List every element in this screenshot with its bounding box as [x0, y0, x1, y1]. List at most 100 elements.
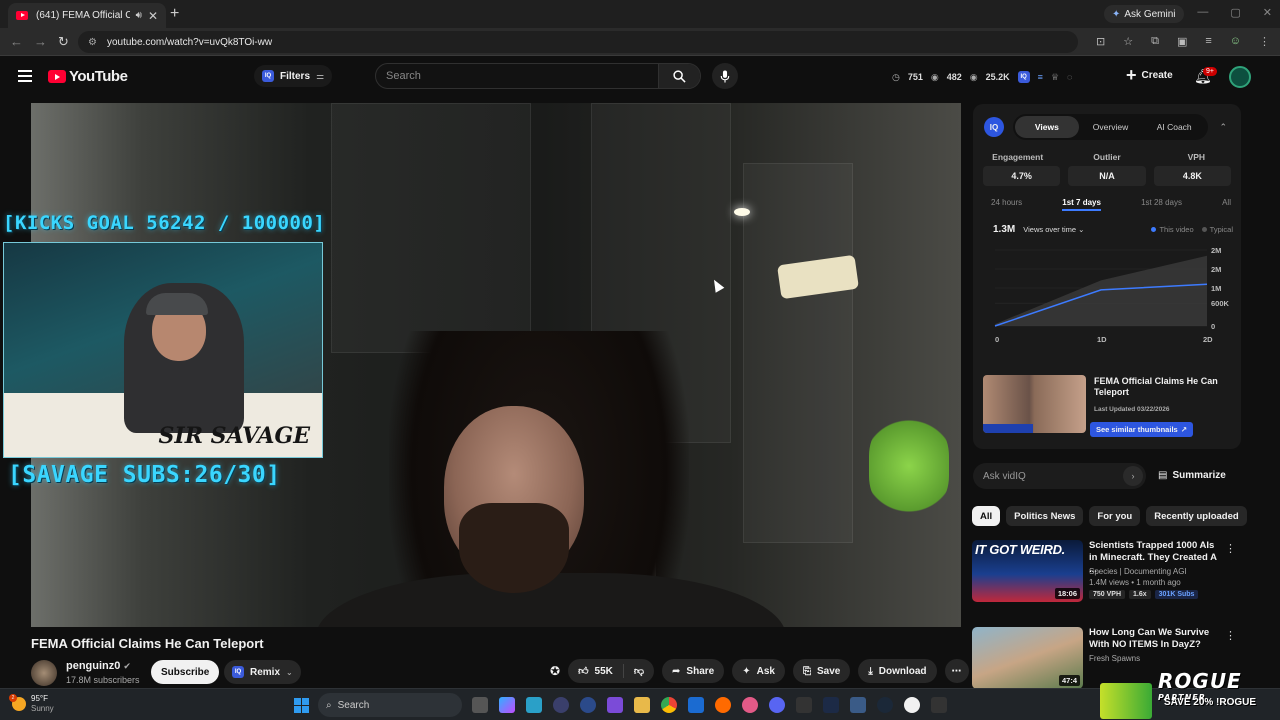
video-duration: 18:06 [1054, 588, 1080, 599]
file-explorer-icon[interactable] [634, 697, 650, 713]
app-icon[interactable] [553, 697, 569, 713]
chrome-icon[interactable] [661, 697, 677, 713]
search-button[interactable] [658, 64, 700, 88]
weather-widget[interactable]: 2 95°F Sunny [9, 694, 54, 714]
media-icon[interactable]: ≡ [1205, 35, 1211, 48]
more-options-icon[interactable]: ⋮ [1225, 542, 1236, 555]
summarize-button[interactable]: ▤ Summarize [1158, 470, 1226, 481]
search-box [375, 63, 701, 89]
url-field[interactable]: ⚙ youtube.com/watch?v=uvQk8TOi-ww [78, 31, 1078, 53]
chat-icon[interactable]: ◌ [1067, 72, 1072, 82]
close-tab-icon[interactable]: ✕ [148, 9, 158, 23]
recommended-video[interactable]: IT GOT WEIRD. 18:06 Scientists Trapped 1… [972, 540, 1242, 606]
ask-gemini-button[interactable]: ✦ Ask Gemini [1104, 5, 1184, 23]
create-button[interactable]: + Create [1126, 66, 1173, 84]
taskbar-search[interactable]: ⌕ Search [318, 693, 462, 717]
browser-tab[interactable]: (641) FEMA Official Claims 🔊︎ ✕ [8, 3, 166, 28]
forward-icon[interactable]: → [34, 34, 47, 49]
chip-for-you[interactable]: For you [1089, 506, 1141, 526]
recommended-thumbnail[interactable]: IT GOT WEIRD. 18:06 [972, 540, 1083, 602]
range-1st-28-days[interactable]: 1st 28 days [1141, 198, 1182, 211]
vidiq-logo: IQ [984, 117, 1004, 137]
start-icon[interactable] [294, 698, 309, 713]
sidepanel-icon[interactable]: ▣ [1177, 35, 1187, 48]
reload-icon[interactable]: ↻ [58, 34, 69, 50]
task-view-icon[interactable] [472, 697, 488, 713]
dislike-button[interactable]: 👎︎ [624, 665, 654, 677]
video-thumbnail[interactable] [983, 375, 1086, 433]
chip-politics-news[interactable]: Politics News [1006, 506, 1084, 526]
recommended-thumbnail[interactable]: 47:4 [972, 627, 1083, 689]
chip-recently-uploaded[interactable]: Recently uploaded [1146, 506, 1247, 526]
back-icon[interactable]: ← [10, 34, 23, 49]
app-icon[interactable] [850, 697, 866, 713]
bookmark-star-icon[interactable]: ☆ [1123, 35, 1133, 48]
site-info-icon[interactable]: ⚙ [88, 37, 97, 48]
store-icon[interactable] [688, 697, 704, 713]
shelf-light [734, 208, 750, 216]
channel-avatar[interactable] [31, 660, 57, 686]
views-select[interactable]: Views over time ⌄ [1023, 225, 1084, 234]
install-icon[interactable]: ⊡ [1096, 35, 1105, 48]
list-icon[interactable]: ≡ [1038, 72, 1043, 82]
soundcloud-icon[interactable] [715, 697, 731, 713]
app-icon[interactable] [904, 697, 920, 713]
range-1st-7-days[interactable]: 1st 7 days [1062, 198, 1101, 211]
tab-views[interactable]: Views [1015, 116, 1079, 138]
trophy-icon[interactable]: ♕ [1051, 72, 1059, 83]
range-all[interactable]: All [1222, 198, 1231, 211]
subscriber-count: 17.8M subscribers [66, 675, 140, 685]
gemini-icon: ✦ [1112, 8, 1121, 20]
range-24-hours[interactable]: 24 hours [991, 198, 1022, 211]
like-button[interactable]: 👍︎ 55K [568, 664, 624, 678]
share-button[interactable]: ➦ Share [662, 659, 725, 683]
tab-ai-coach[interactable]: AI Coach [1142, 122, 1206, 132]
collapse-icon[interactable]: ⌃ [1219, 122, 1227, 133]
vidiq-icon[interactable]: IQ [1017, 71, 1030, 83]
ask-vidiq-input[interactable] [983, 470, 1123, 482]
ask-button[interactable]: ✦ Ask [732, 659, 785, 683]
subscribe-button[interactable]: Subscribe [151, 660, 220, 684]
save-button[interactable]: ⎘ Save [792, 659, 851, 683]
channel-name[interactable]: penguinz0 ✔ [66, 660, 131, 672]
extensions-icon[interactable]: ⧉ [1151, 35, 1159, 48]
menu-icon[interactable]: ⋮ [1259, 35, 1270, 48]
send-icon[interactable]: › [1123, 466, 1143, 486]
copilot-icon[interactable] [499, 697, 515, 713]
profile-icon[interactable]: ☺ [1230, 35, 1241, 48]
see-similar-thumbnails-button[interactable]: See similar thumbnails ↗ [1090, 422, 1193, 437]
x-tick-label: 2D [1203, 335, 1213, 344]
account-avatar[interactable] [1229, 66, 1251, 88]
monitor-icon[interactable] [526, 697, 542, 713]
app-icon[interactable] [580, 697, 596, 713]
speaker-icon[interactable]: 🔊︎ [136, 10, 142, 21]
close-window-icon[interactable]: ✕ [1263, 6, 1272, 19]
new-tab-icon[interactable]: + [170, 5, 179, 23]
app-icon[interactable] [742, 697, 758, 713]
minimize-icon[interactable]: — [1197, 6, 1208, 19]
guide-menu-icon[interactable] [18, 70, 32, 82]
discord-icon[interactable] [769, 697, 785, 713]
promo-code: SAVE 20% !ROGUE [1164, 697, 1257, 708]
remix-button[interactable]: IQ Remix ⌄ [224, 660, 301, 684]
filters-button[interactable]: IQ Filters ⚌ [254, 65, 333, 87]
download-button[interactable]: ⤓ Download [858, 659, 937, 683]
chip-all[interactable]: All [972, 506, 1001, 526]
search-input[interactable] [376, 70, 658, 82]
voice-search-button[interactable] [712, 63, 738, 89]
app-icon[interactable] [931, 697, 947, 713]
more-actions-button[interactable]: ⋯ [944, 659, 969, 683]
youtube-favicon-icon [16, 11, 28, 20]
youtube-logo[interactable]: YouTube [48, 68, 128, 85]
steam-icon[interactable] [877, 697, 893, 713]
tab-overview[interactable]: Overview [1079, 122, 1143, 132]
capcut-icon[interactable] [796, 697, 812, 713]
microphone-icon [720, 69, 730, 83]
more-options-icon[interactable]: ⋮ [1225, 629, 1236, 642]
app-icon[interactable] [823, 697, 839, 713]
maximize-icon[interactable]: ▢ [1230, 6, 1240, 19]
vidiq-boost-icon[interactable]: ✪ [550, 664, 560, 678]
y-tick-label: 2M [1211, 246, 1221, 255]
app-icon[interactable] [607, 697, 623, 713]
x-tick-label: 1D [1097, 335, 1107, 344]
